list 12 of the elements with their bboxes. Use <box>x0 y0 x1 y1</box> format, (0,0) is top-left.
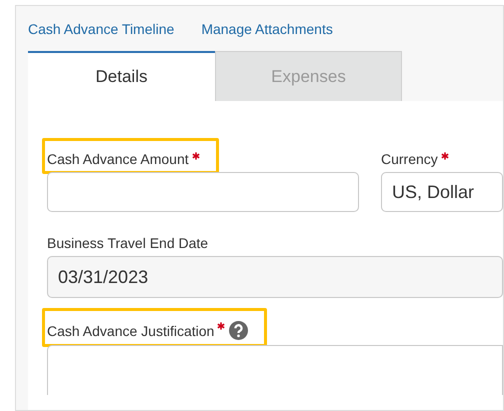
field-label: Cash Advance Amount <box>47 151 189 167</box>
link[interactable]: Manage Attachments <box>201 21 333 51</box>
field-label: Business Travel End Date <box>47 235 208 251</box>
field-label: Currency <box>381 151 438 167</box>
date-field: 03/31/2023 <box>47 256 503 298</box>
currency-dropdown[interactable]: US, Dollar <box>381 172 503 212</box>
field-label: Cash Advance Justification <box>47 322 214 338</box>
help-icon[interactable] <box>229 321 248 340</box>
text-area[interactable] <box>47 345 503 395</box>
tab[interactable]: Details <box>28 51 215 101</box>
link[interactable]: Cash Advance Timeline <box>28 21 174 51</box>
input-field[interactable] <box>47 172 359 212</box>
